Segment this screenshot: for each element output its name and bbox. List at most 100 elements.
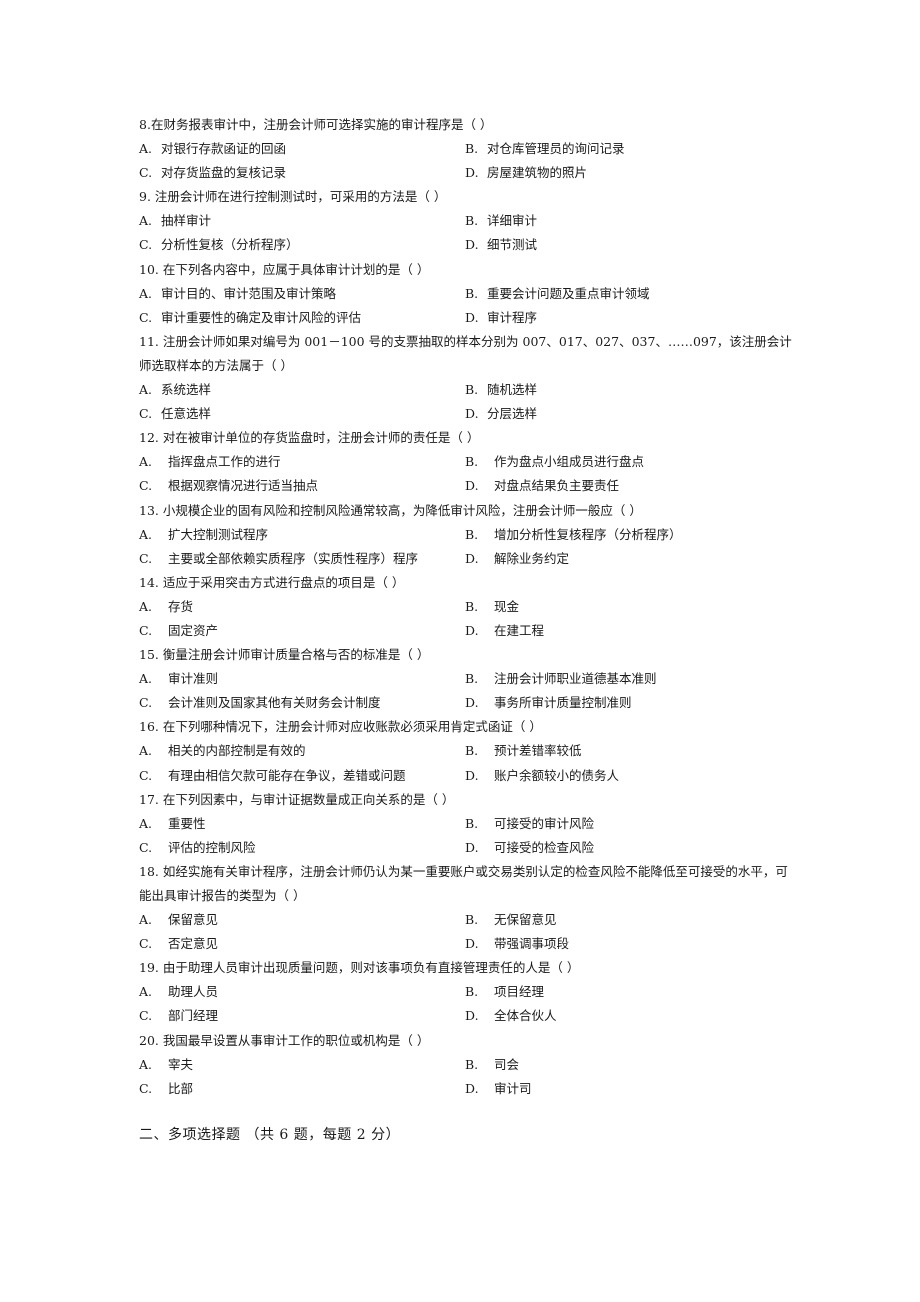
option-label: C. bbox=[139, 695, 153, 711]
question-text: 适应于采用突击方式进行盘点的项目是（ ） bbox=[162, 574, 405, 590]
option-text: 解除业务约定 bbox=[494, 550, 570, 566]
option-label: D. bbox=[465, 550, 479, 566]
options-row: A. 助理人员 B. 项目经理 bbox=[139, 980, 799, 1004]
option-label: C. bbox=[139, 839, 153, 855]
answer-option: B. 对仓库管理员的询问记录 bbox=[465, 137, 625, 161]
question-text: 小规模企业的固有风险和控制风险通常较高，为降低审计风险，注册会计师一般应（ ） bbox=[162, 502, 642, 518]
option-label: C. bbox=[139, 165, 153, 181]
answer-option: C. 主要或全部依赖实质程序（实质性程序）程序 bbox=[139, 547, 418, 571]
answer-option: D. 全体合伙人 bbox=[465, 1004, 557, 1028]
option-text: 相关的内部控制是有效的 bbox=[168, 743, 306, 759]
option-label: D. bbox=[465, 309, 479, 325]
options-row: A. 扩大控制测试程序 B. 增加分析性复核程序（分析程序） bbox=[139, 523, 799, 547]
option-text: 比部 bbox=[168, 1080, 194, 1096]
option-text: 抽样审计 bbox=[161, 213, 212, 229]
option-label: A. bbox=[139, 743, 153, 759]
option-text: 在建工程 bbox=[494, 622, 545, 638]
option-text: 指挥盘点工作的进行 bbox=[168, 454, 281, 470]
question-text: 注册会计师如果对编号为 001－100 号的支票抽取的样本分别为 007、017… bbox=[139, 333, 792, 373]
question-block: 8.在财务报表审计中，注册会计师可选择实施的审计程序是（ ） A. 对银行存款函证的… bbox=[139, 113, 799, 185]
option-text: 助理人员 bbox=[168, 984, 219, 1000]
option-text: 对银行存款函证的回函 bbox=[161, 141, 287, 157]
option-text: 事务所审计质量控制准则 bbox=[494, 695, 632, 711]
options-row: A. 相关的内部控制是有效的 B. 预计差错率较低 bbox=[139, 739, 799, 763]
question-number: 18. bbox=[139, 863, 159, 879]
option-text: 对仓库管理员的询问记录 bbox=[487, 141, 625, 157]
question-text: 注册会计师在进行控制测试时，可采用的方法是（ ） bbox=[154, 189, 447, 205]
answer-option: A. 审计准则 bbox=[139, 667, 218, 691]
options-row: C. 主要或全部依赖实质程序（实质性程序）程序 D. 解除业务约定 bbox=[139, 547, 799, 571]
question-number: 15. bbox=[139, 647, 159, 663]
option-label: A. bbox=[139, 141, 153, 157]
option-label: B. bbox=[465, 1056, 479, 1072]
option-label: B. bbox=[465, 671, 479, 687]
option-label: A. bbox=[139, 815, 153, 831]
answer-option: A. 审计目的、审计范围及审计策略 bbox=[139, 282, 336, 306]
option-label: C. bbox=[139, 237, 153, 253]
answer-option: A. 相关的内部控制是有效的 bbox=[139, 739, 306, 763]
answer-option: B. 作为盘点小组成员进行盘点 bbox=[465, 450, 644, 474]
option-text: 重要会计问题及重点审计领域 bbox=[487, 285, 650, 301]
option-label: B. bbox=[465, 743, 479, 759]
option-label: A. bbox=[139, 285, 153, 301]
option-label: A. bbox=[139, 213, 153, 229]
question-text: 如经实施有关审计程序，注册会计师仍认为某一重要账户或交易类别认定的检查风险不能降… bbox=[139, 863, 788, 903]
options-row: A. 对银行存款函证的回函 B. 对仓库管理员的询问记录 bbox=[139, 137, 799, 161]
answer-option: D. 带强调事项段 bbox=[465, 932, 569, 956]
answer-option: B. 无保留意见 bbox=[465, 908, 557, 932]
options-row: C. 对存货监盘的复核记录 D. 房屋建筑物的照片 bbox=[139, 161, 799, 185]
options-row: A. 重要性 B. 可接受的审计风险 bbox=[139, 812, 799, 836]
answer-option: D. 分层选样 bbox=[465, 402, 537, 426]
answer-option: C. 有理由相信欠款可能存在争议，差错或问题 bbox=[139, 764, 406, 788]
question-stem: 19. 由于助理人员审计出现质量问题，则对该事项负有直接管理责任的人是（ ） bbox=[139, 956, 799, 980]
option-label: D. bbox=[465, 767, 479, 783]
option-text: 审计重要性的确定及审计风险的评估 bbox=[161, 309, 362, 325]
options-row: C. 评估的控制风险 D. 可接受的检查风险 bbox=[139, 836, 799, 860]
option-text: 全体合伙人 bbox=[494, 1008, 557, 1024]
question-stem: 13. 小规模企业的固有风险和控制风险通常较高，为降低审计风险，注册会计师一般应… bbox=[139, 499, 799, 523]
option-text: 分析性复核（分析程序） bbox=[161, 237, 299, 253]
question-text: 在下列因素中，与审计证据数量成正向关系的是（ ） bbox=[162, 791, 455, 807]
question-text: 在下列哪种情况下，注册会计师对应收账款必须采用肯定式函证（ ） bbox=[162, 719, 542, 735]
answer-option: B. 随机选样 bbox=[465, 378, 537, 402]
options-row: A. 指挥盘点工作的进行 B. 作为盘点小组成员进行盘点 bbox=[139, 450, 799, 474]
answer-option: C. 否定意见 bbox=[139, 932, 218, 956]
answer-option: D. 审计司 bbox=[465, 1077, 532, 1101]
answer-option: B. 详细审计 bbox=[465, 209, 537, 233]
option-text: 审计程序 bbox=[487, 309, 538, 325]
question-number: 20. bbox=[139, 1032, 159, 1048]
option-text: 对存货监盘的复核记录 bbox=[161, 165, 287, 181]
answer-option: A. 保留意见 bbox=[139, 908, 218, 932]
answer-option: D. 对盘点结果负主要责任 bbox=[465, 474, 619, 498]
option-label: B. bbox=[465, 382, 479, 398]
answer-option: D. 账户余额较小的债务人 bbox=[465, 764, 619, 788]
option-label: C. bbox=[139, 622, 153, 638]
option-text: 部门经理 bbox=[168, 1008, 219, 1024]
question-block: 11. 注册会计师如果对编号为 001－100 号的支票抽取的样本分别为 007… bbox=[139, 330, 799, 426]
option-text: 详细审计 bbox=[487, 213, 538, 229]
question-stem: 18. 如经实施有关审计程序，注册会计师仍认为某一重要账户或交易类别认定的检查风… bbox=[139, 860, 799, 908]
option-text: 固定资产 bbox=[168, 622, 219, 638]
question-block: 10. 在下列各内容中，应属于具体审计计划的是（ ） A. 审计目的、审计范围及审计… bbox=[139, 258, 799, 330]
option-text: 存货 bbox=[168, 598, 194, 614]
answer-option: B. 项目经理 bbox=[465, 980, 544, 1004]
answer-option: D. 细节测试 bbox=[465, 233, 537, 257]
option-label: B. bbox=[465, 815, 479, 831]
answer-option: A. 扩大控制测试程序 bbox=[139, 523, 268, 547]
answer-option: B. 重要会计问题及重点审计领域 bbox=[465, 282, 650, 306]
answer-option: A. 指挥盘点工作的进行 bbox=[139, 450, 281, 474]
answer-option: C. 任意选样 bbox=[139, 402, 211, 426]
option-text: 任意选样 bbox=[161, 406, 212, 422]
option-text: 细节测试 bbox=[487, 237, 538, 253]
question-number: 10. bbox=[139, 261, 159, 277]
options-row: A. 系统选样 B. 随机选样 bbox=[139, 378, 799, 402]
question-text: 衡量注册会计师审计质量合格与否的标准是（ ） bbox=[162, 647, 430, 663]
options-row: A. 宰夫 B. 司会 bbox=[139, 1053, 799, 1077]
answer-option: A. 对银行存款函证的回函 bbox=[139, 137, 286, 161]
option-label: D. bbox=[465, 478, 479, 494]
answer-option: D. 在建工程 bbox=[465, 619, 544, 643]
options-row: C. 固定资产 D. 在建工程 bbox=[139, 619, 799, 643]
question-list: 8.在财务报表审计中，注册会计师可选择实施的审计程序是（ ） A. 对银行存款函证的… bbox=[139, 113, 799, 1101]
option-text: 审计准则 bbox=[168, 671, 219, 687]
option-text: 预计差错率较低 bbox=[494, 743, 582, 759]
